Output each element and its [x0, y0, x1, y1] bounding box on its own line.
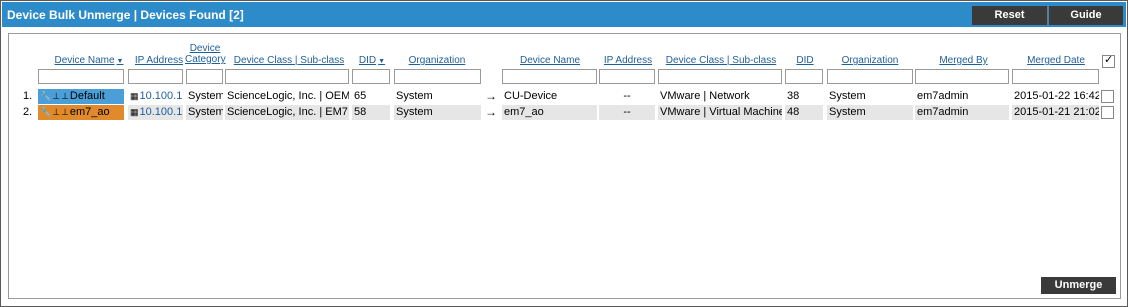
merged-class-cell: VMware | Network [660, 90, 750, 102]
sort-desc-icon: ▼ [116, 58, 124, 65]
table-row: 2. 🔧⊥⊥em7_ao ▦10.100.1 System ScienceLog… [9, 105, 1114, 120]
row-number: 1. [23, 90, 33, 102]
header-device-category-line1: Device [189, 43, 221, 54]
bulk-unmerge-window: Device Bulk Unmerge | Devices Found [2] … [0, 0, 1128, 307]
guide-button[interactable]: Guide [1049, 6, 1123, 25]
wrench-icon: 🔧 [40, 91, 52, 101]
window-title: Device Bulk Unmerge | Devices Found [2] [7, 8, 244, 22]
device-class-cell: ScienceLogic, Inc. | OEM [227, 90, 349, 102]
select-all-checkbox[interactable]: ✓ [1102, 54, 1115, 68]
merged-ip-cell: -- [623, 90, 631, 102]
header-merged-device-class[interactable]: Device Class | Sub-class [659, 55, 783, 66]
header-merged-organization[interactable]: Organization [827, 55, 913, 66]
header-merged-date[interactable]: Merged Date [1013, 55, 1099, 66]
row-number: 2. [23, 106, 33, 118]
merged-org-cell: System [827, 105, 913, 120]
ip-address[interactable]: 10.100.1 [140, 90, 183, 102]
filter-did[interactable] [352, 69, 390, 84]
merged-date-cell: 2015-01-21 21:02: [1012, 105, 1099, 120]
ip-cell: ▦10.100.1 [128, 89, 183, 104]
filter-ip-address[interactable] [128, 69, 183, 84]
table-row: 1. 🔧⊥⊥Default ▦10.100.1 System ScienceLo… [9, 89, 1114, 104]
header-merged-ip-address[interactable]: IP Address [600, 55, 656, 66]
merged-by-cell: em7admin [917, 90, 969, 102]
network-icon: ⊥ [52, 91, 61, 101]
ip-address[interactable]: 10.100.1 [140, 106, 183, 118]
device-name: em7_ao [69, 106, 110, 118]
merged-ip-cell: -- [599, 105, 655, 120]
filter-merged-organization[interactable] [827, 69, 913, 84]
filter-organization[interactable] [394, 69, 481, 84]
header-merged-did[interactable]: DID [786, 55, 824, 66]
filter-merged-did[interactable] [785, 69, 823, 84]
category-cell: System [186, 105, 223, 120]
network-icon: ⊥ [61, 107, 69, 117]
header-device-category[interactable]: Device Category [185, 43, 226, 65]
header-merged-by[interactable]: Merged By [916, 55, 1011, 66]
header-device-class[interactable]: Device Class | Sub-class [226, 55, 352, 66]
filter-merged-by[interactable] [915, 69, 1009, 84]
header-organization[interactable]: Organization [394, 55, 480, 66]
network-icon: ⊥ [52, 107, 61, 117]
network-icon: ⊥ [61, 91, 69, 101]
sort-icon: ▼ [378, 58, 386, 65]
merged-device-name-cell: CU-Device [504, 90, 558, 102]
filter-merged-device-name[interactable] [502, 69, 597, 84]
merged-did-cell: 48 [785, 105, 823, 120]
device-class-cell: ScienceLogic, Inc. | EM7 A [225, 105, 349, 120]
merged-did-cell: 38 [787, 90, 800, 102]
organization-cell: System [396, 90, 433, 102]
merge-arrow: → [485, 89, 497, 103]
merge-arrow: → [485, 105, 497, 119]
filter-merged-date[interactable] [1012, 69, 1099, 84]
filter-merged-ip-address[interactable] [599, 69, 655, 84]
filter-device-category[interactable] [186, 69, 223, 84]
organization-cell: System [394, 105, 481, 120]
header-merged-device-name[interactable]: Device Name [503, 55, 597, 66]
merged-class-cell: VMware | Virtual Machine [658, 105, 782, 120]
header-did[interactable]: DID ▼ [353, 55, 391, 67]
filter-device-name[interactable] [38, 69, 124, 84]
ethernet-icon: ▦ [130, 107, 139, 117]
row-checkbox[interactable] [1101, 90, 1114, 103]
filter-merged-device-class[interactable] [658, 69, 782, 84]
reset-button[interactable]: Reset [972, 6, 1048, 25]
device-name-cell[interactable]: 🔧⊥⊥Default [38, 89, 124, 104]
device-name: Default [69, 90, 105, 102]
title-bar: Device Bulk Unmerge | Devices Found [2] … [2, 2, 1126, 27]
devices-table-panel: Device Name ▼ IP Address Device Category D… [8, 33, 1121, 299]
merged-org-cell: System [829, 90, 866, 102]
ip-cell: ▦10.100.1 [128, 105, 183, 120]
merged-by-cell: em7admin [915, 105, 1009, 120]
unmerge-button[interactable]: Unmerge [1041, 277, 1116, 294]
wrench-icon: 🔧 [40, 107, 52, 117]
header-ip-address[interactable]: IP Address [130, 55, 188, 66]
header-device-category-line2: Category [185, 54, 226, 65]
checkmark-icon: ✓ [1104, 54, 1114, 66]
device-name-cell[interactable]: 🔧⊥⊥em7_ao [38, 105, 124, 120]
row-checkbox[interactable] [1101, 106, 1114, 119]
ethernet-icon: ▦ [130, 91, 139, 101]
did-cell: 58 [352, 105, 390, 120]
merged-device-name-cell: em7_ao [502, 105, 597, 120]
did-cell: 65 [354, 90, 367, 102]
category-cell: System [188, 90, 223, 102]
header-device-name[interactable]: Device Name ▼ [49, 55, 129, 67]
filter-device-class[interactable] [225, 69, 349, 84]
merged-date-cell: 2015-01-22 16:42: [1014, 90, 1099, 102]
